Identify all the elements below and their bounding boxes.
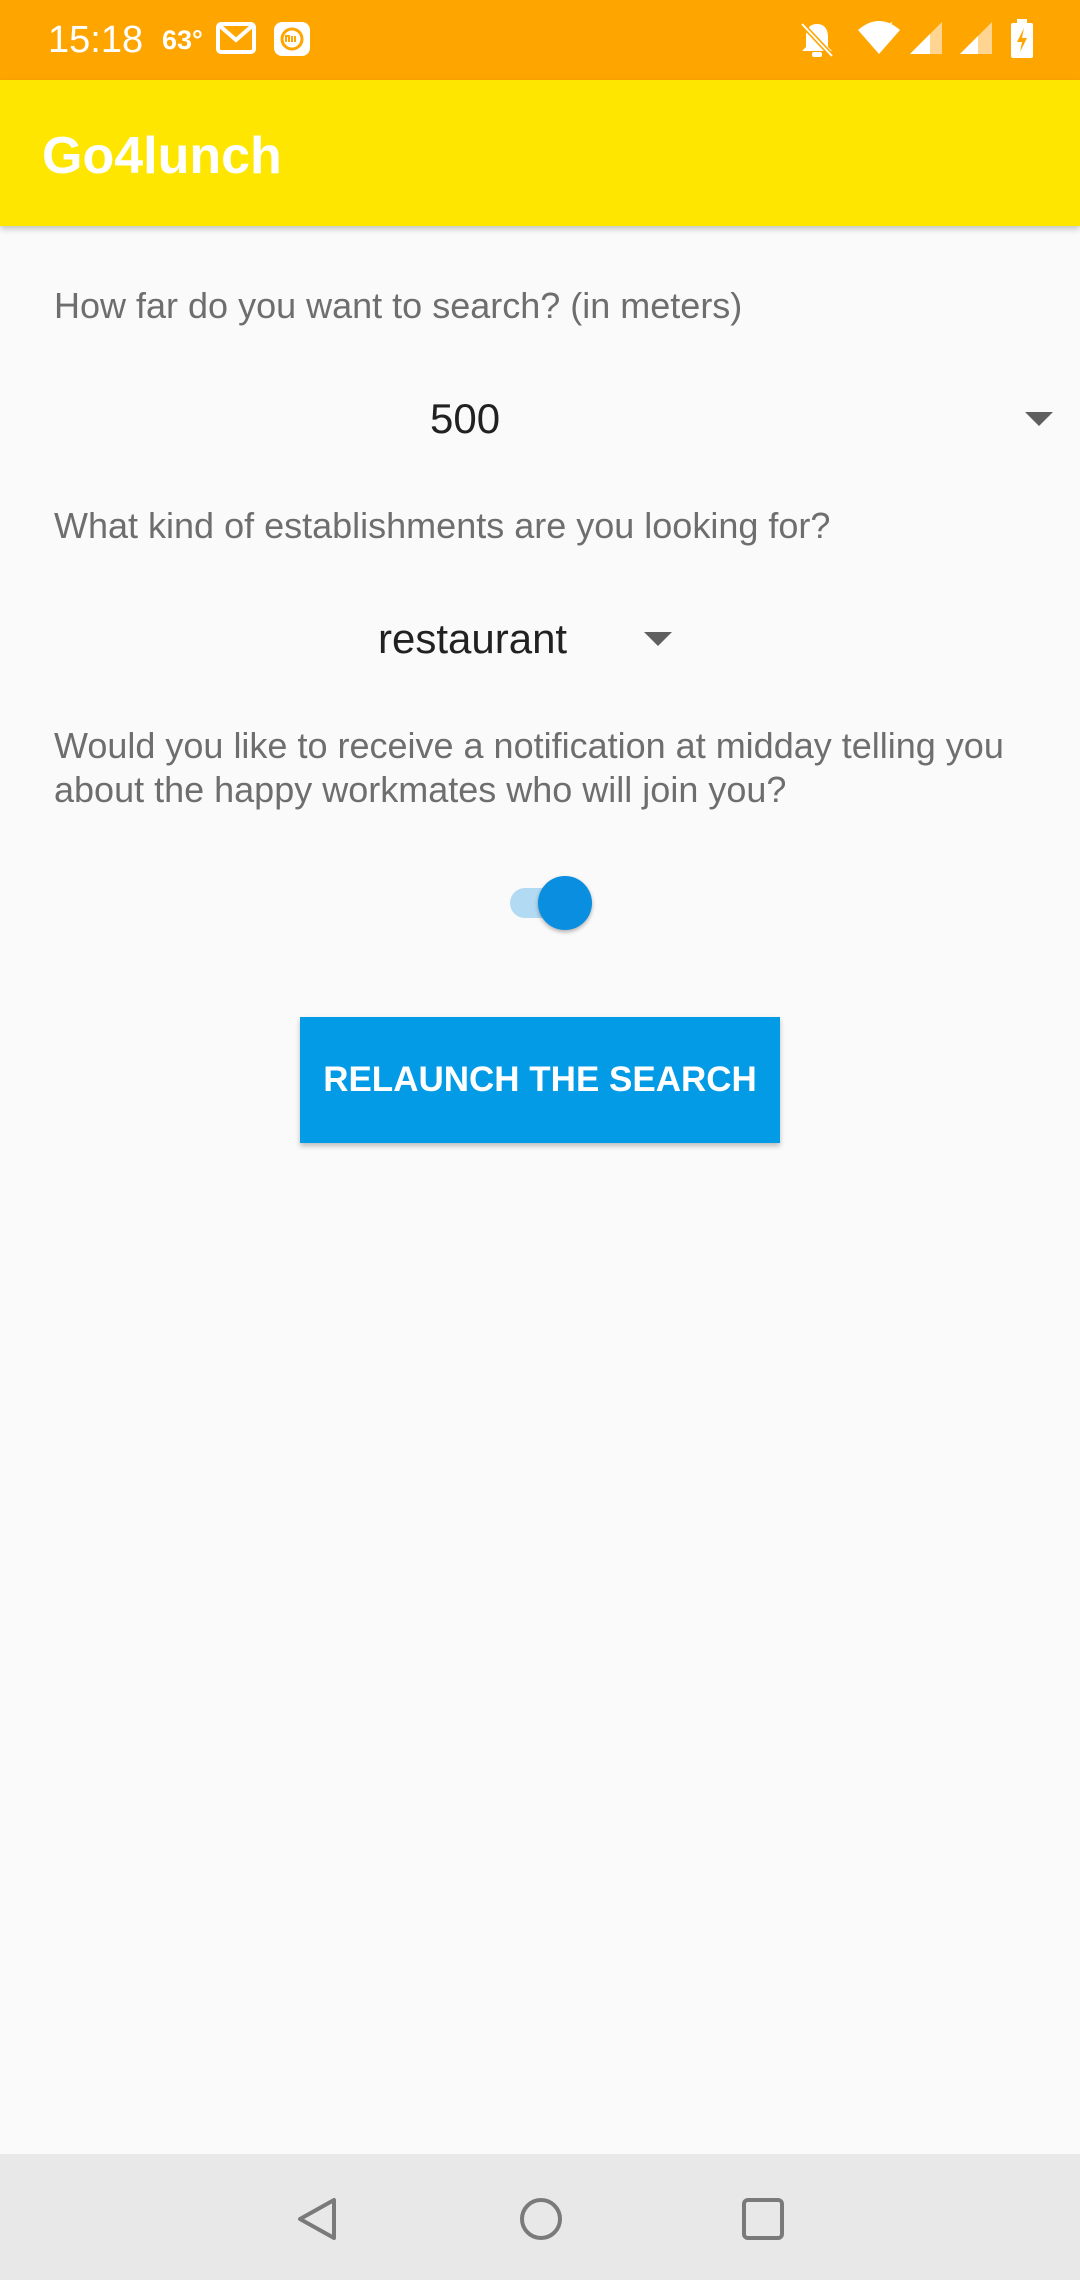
gmail-icon (216, 20, 256, 61)
status-temperature: 63° (162, 25, 203, 55)
establishment-spinner-value: restaurant (378, 615, 568, 662)
status-time: 15:18 (48, 19, 144, 61)
distance-spinner[interactable]: 500 (430, 378, 1053, 458)
bell-off-icon (798, 20, 836, 65)
recents-icon[interactable] (738, 2194, 788, 2249)
distance-spinner-value: 500 (430, 395, 501, 442)
establishment-spinner[interactable]: restaurant (378, 598, 680, 678)
notification-question: Would you like to receive a notification… (54, 725, 1004, 810)
wifi-icon: x (856, 18, 902, 63)
navigation-bar (0, 2154, 1080, 2280)
signal-icon (906, 18, 946, 63)
battery-icon (1008, 18, 1036, 65)
svg-text:x: x (886, 18, 893, 32)
status-bar: 15:18 63° x (0, 0, 1080, 80)
app-title: Go4lunch (42, 127, 282, 185)
relaunch-search-button[interactable]: RELAUNCH THE SEARCH (300, 1017, 780, 1143)
dropdown-arrow-icon (644, 632, 672, 646)
mi-icon (272, 20, 312, 63)
back-icon[interactable] (292, 2194, 342, 2249)
home-icon[interactable] (516, 2194, 566, 2249)
app-bar: Go4lunch (0, 80, 1080, 226)
signal-icon (956, 18, 996, 63)
notification-toggle[interactable] (506, 872, 596, 932)
toggle-thumb (538, 876, 592, 930)
dropdown-arrow-icon (1025, 412, 1053, 426)
establishment-question: What kind of establishments are you look… (54, 505, 831, 546)
distance-question: How far do you want to search? (in meter… (54, 285, 743, 326)
